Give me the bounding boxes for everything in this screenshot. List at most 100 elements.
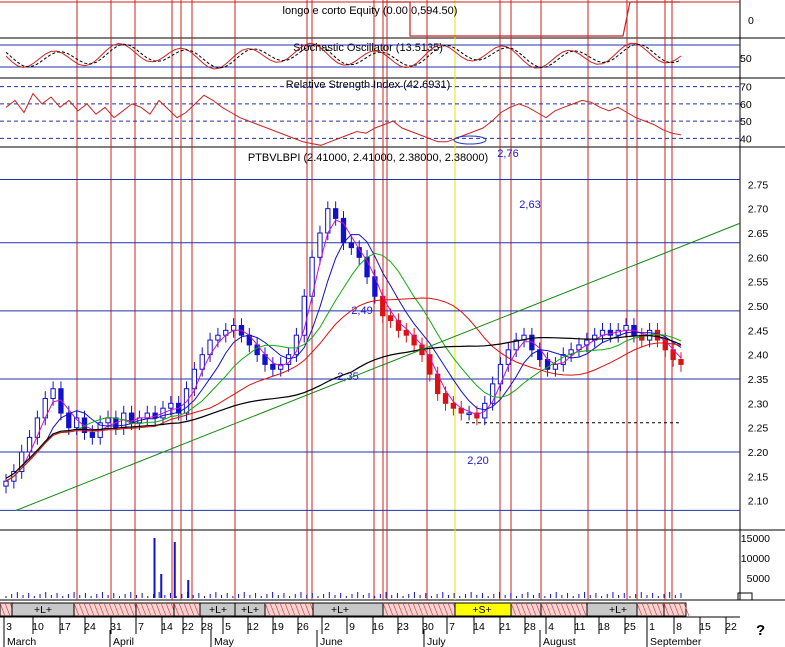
price-tick: 2.50 bbox=[748, 301, 769, 313]
day-label: 21 bbox=[499, 621, 511, 633]
month-label: April bbox=[113, 636, 134, 647]
volume-tick: 10000 bbox=[741, 553, 770, 565]
month-label: March bbox=[7, 636, 36, 647]
price-tick: 2.35 bbox=[748, 374, 769, 386]
day-label: 15 bbox=[699, 621, 711, 633]
month-label: June bbox=[320, 636, 343, 647]
price-tick: 2.70 bbox=[748, 204, 769, 216]
candle-body bbox=[654, 329, 661, 341]
candle-body bbox=[89, 432, 95, 438]
level-label: 2,20 bbox=[467, 455, 488, 467]
candle-body bbox=[387, 315, 394, 322]
rsi-title: Relative Strength Index (42.6931) bbox=[286, 79, 451, 91]
day-label: 16 bbox=[372, 621, 384, 633]
day-label: 19 bbox=[272, 621, 284, 633]
day-label: 24 bbox=[84, 621, 96, 633]
rsi-tick: 60 bbox=[740, 99, 752, 111]
candle-body bbox=[66, 412, 72, 429]
day-label: 11 bbox=[575, 621, 586, 633]
level-label: 2,76 bbox=[497, 148, 518, 160]
price-tick: 2.10 bbox=[748, 496, 769, 508]
day-label: 12 bbox=[247, 621, 259, 633]
price-title: PTBVLBPI (2.41000, 2.41000, 2.38000, 2.3… bbox=[248, 152, 488, 164]
day-label: 2 bbox=[324, 621, 330, 633]
day-label: 18 bbox=[598, 621, 610, 633]
candle-body bbox=[607, 329, 614, 336]
day-label: 31 bbox=[110, 621, 122, 633]
uptrend-line bbox=[15, 222, 741, 511]
candle-body bbox=[466, 412, 472, 416]
month-label: May bbox=[214, 636, 235, 647]
candle-body bbox=[348, 242, 355, 249]
candle-body bbox=[105, 417, 111, 424]
signal-label: +L+ bbox=[209, 604, 227, 616]
price-tick: 2.30 bbox=[748, 398, 769, 410]
signal-label: +L+ bbox=[34, 604, 52, 616]
day-label: 26 bbox=[297, 621, 309, 633]
day-label: 3 bbox=[6, 621, 12, 633]
ma-green-line bbox=[5, 252, 682, 482]
candle-body bbox=[552, 363, 559, 370]
price-tick: 2.20 bbox=[748, 447, 769, 459]
candle-body bbox=[450, 402, 457, 409]
day-label: 14 bbox=[161, 621, 173, 633]
price-tick: 2.75 bbox=[748, 179, 769, 191]
day-label: 9 bbox=[349, 621, 355, 633]
signal-label: +S+ bbox=[472, 604, 491, 616]
rsi-line bbox=[5, 92, 682, 146]
candle-body bbox=[623, 324, 629, 331]
ma-long-line bbox=[5, 297, 682, 482]
price-tick: 2.60 bbox=[748, 252, 769, 264]
signal-label: +L+ bbox=[331, 604, 349, 616]
day-label: 17 bbox=[59, 621, 71, 633]
help-question-mark[interactable]: ? bbox=[756, 622, 765, 639]
level-label: 2,49 bbox=[351, 305, 372, 317]
day-label: 25 bbox=[624, 621, 636, 633]
day-label: 23 bbox=[397, 621, 409, 633]
volume-tick: 15000 bbox=[741, 533, 770, 545]
price-tick: 2.65 bbox=[748, 228, 769, 240]
signal-label: +L+ bbox=[609, 604, 627, 616]
equity-tick: 0 bbox=[748, 15, 754, 27]
equity-title: longo e corto Equity (0.00 0,594.50) bbox=[283, 5, 458, 17]
volume-tick: 5000 bbox=[747, 573, 771, 585]
day-label: 10 bbox=[32, 621, 44, 633]
signal-label: +L+ bbox=[241, 604, 259, 616]
stock-chart: longo e corto Equity (0.00 0,594.50) 0 Sto… bbox=[0, 0, 785, 647]
day-label: 7 bbox=[138, 621, 144, 633]
stochastic-tick: 50 bbox=[740, 53, 752, 65]
day-label: 7 bbox=[449, 621, 455, 633]
day-label: 8 bbox=[676, 621, 682, 633]
rsi-tick: 40 bbox=[740, 133, 752, 145]
ma-medium-line bbox=[5, 234, 682, 482]
candle-body bbox=[678, 359, 684, 365]
price-tick: 2.55 bbox=[748, 277, 769, 289]
rsi-tick: 70 bbox=[740, 82, 752, 94]
day-label: 28 bbox=[524, 621, 536, 633]
candle-body bbox=[230, 324, 237, 331]
stochastic-title: Stochastic Oscillator (13.5135) bbox=[293, 42, 443, 54]
month-label: August bbox=[543, 636, 576, 647]
level-label: 2,63 bbox=[519, 199, 540, 211]
price-tick: 2.45 bbox=[748, 325, 769, 337]
candle-body bbox=[215, 334, 221, 341]
price-tick: 2.25 bbox=[748, 423, 769, 435]
candle-body bbox=[317, 232, 323, 258]
candle-body bbox=[34, 417, 41, 438]
candle-body bbox=[340, 217, 347, 244]
rsi-tick: 50 bbox=[740, 116, 752, 128]
month-label: July bbox=[427, 636, 446, 647]
candle-body bbox=[332, 208, 339, 219]
day-label: 5 bbox=[225, 621, 231, 633]
candle-body bbox=[50, 388, 56, 399]
candle-body bbox=[270, 363, 276, 370]
day-label: 1 bbox=[649, 621, 655, 633]
ma-short-line bbox=[5, 219, 682, 482]
day-label: 22 bbox=[725, 621, 737, 633]
candle-body bbox=[442, 393, 449, 404]
day-label: 22 bbox=[182, 621, 194, 633]
day-label: 4 bbox=[548, 621, 554, 633]
rsi-oversold-ellipse bbox=[453, 135, 487, 145]
price-tick: 2.40 bbox=[748, 350, 769, 362]
candle-body bbox=[403, 329, 409, 336]
